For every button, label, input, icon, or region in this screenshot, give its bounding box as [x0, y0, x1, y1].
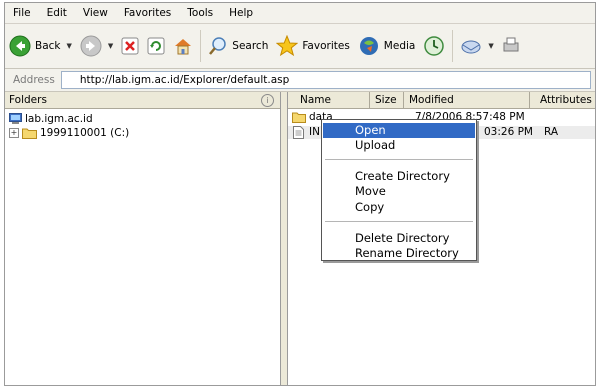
- chevron-down-icon[interactable]: ▼: [108, 42, 113, 50]
- address-input[interactable]: http://lab.igm.ac.id/Explorer/default.as…: [60, 71, 591, 89]
- home-icon: [175, 39, 192, 55]
- tree-root-label: lab.igm.ac.id: [25, 113, 93, 125]
- home-button[interactable]: [169, 29, 197, 63]
- menu-help[interactable]: Help: [221, 3, 261, 23]
- folders-header: Folders i: [5, 92, 280, 109]
- menu-file[interactable]: File: [5, 3, 39, 23]
- toolbar-separator: [452, 30, 454, 62]
- print-button[interactable]: [498, 29, 524, 63]
- refresh-icon: [147, 37, 165, 55]
- favorites-button[interactable]: Favorites: [272, 29, 353, 63]
- address-bar: Address http://lab.igm.ac.id/Explorer/de…: [5, 69, 595, 92]
- star-icon: [276, 35, 299, 57]
- tree-item-label: 1999110001 (C:): [40, 127, 130, 139]
- column-attributes[interactable]: Attributes: [530, 92, 595, 108]
- context-menu: Open Upload Create Directory Move Copy D…: [321, 119, 477, 261]
- back-arrow-icon: [9, 35, 31, 57]
- context-menu-create-directory[interactable]: Create Directory: [323, 169, 475, 184]
- media-label: Media: [383, 40, 416, 52]
- folder-icon: [292, 112, 306, 123]
- folder-icon: [22, 128, 37, 139]
- toolbar: Back ▼ ▼ Search Favorites Media ▼: [5, 24, 595, 69]
- menu-separator: [325, 159, 473, 160]
- file-icon: [293, 126, 304, 139]
- chevron-down-icon[interactable]: ▼: [67, 42, 72, 50]
- mail-button[interactable]: ▼: [456, 29, 497, 63]
- file-attributes: RA: [544, 126, 559, 138]
- folders-pane: Folders i lab.igm.ac.id + 1999110001 (C:…: [5, 92, 281, 385]
- computer-icon: [9, 113, 22, 124]
- menu-bar: File Edit View Favorites Tools Help: [5, 3, 595, 24]
- context-menu-delete-directory[interactable]: Delete Directory: [323, 231, 475, 246]
- forward-button[interactable]: ▼: [76, 29, 117, 63]
- forward-arrow-icon: [80, 35, 102, 57]
- expand-icon[interactable]: +: [9, 128, 19, 138]
- context-menu-copy[interactable]: Copy: [323, 200, 475, 215]
- back-label: Back: [35, 40, 61, 52]
- history-button[interactable]: [419, 29, 449, 63]
- stop-icon: [121, 37, 139, 55]
- browser-window: File Edit View Favorites Tools Help Back…: [4, 2, 596, 386]
- column-size[interactable]: Size: [370, 92, 404, 108]
- tree-root[interactable]: lab.igm.ac.id: [5, 112, 280, 126]
- refresh-button[interactable]: [143, 29, 169, 63]
- main-area: Folders i lab.igm.ac.id + 1999110001 (C:…: [5, 92, 595, 385]
- column-modified[interactable]: Modified: [404, 92, 530, 108]
- address-label: Address: [13, 74, 55, 86]
- menu-tools[interactable]: Tools: [179, 3, 221, 23]
- search-icon: [209, 37, 227, 55]
- media-button[interactable]: Media: [354, 29, 420, 63]
- folders-title: Folders: [9, 94, 47, 106]
- search-label: Search: [232, 40, 269, 52]
- printer-icon: [503, 37, 519, 52]
- menu-separator: [325, 221, 473, 222]
- menu-edit[interactable]: Edit: [39, 3, 75, 23]
- file-modified: 03:26 PM: [484, 126, 533, 138]
- mail-icon: [461, 40, 481, 54]
- context-menu-move[interactable]: Move: [323, 184, 475, 199]
- menu-view[interactable]: View: [75, 3, 116, 23]
- toolbar-separator: [200, 30, 202, 62]
- search-button[interactable]: Search: [204, 29, 272, 63]
- favorites-label: Favorites: [302, 40, 350, 52]
- media-icon: [359, 37, 378, 55]
- back-button[interactable]: Back ▼: [5, 29, 76, 63]
- context-menu-open[interactable]: Open: [323, 123, 475, 138]
- column-headers: Name Size Modified Attributes: [288, 92, 595, 109]
- context-menu-upload[interactable]: Upload: [323, 138, 475, 153]
- tree-item-drive[interactable]: + 1999110001 (C:): [5, 126, 280, 140]
- menu-favorites[interactable]: Favorites: [116, 3, 179, 23]
- stop-button[interactable]: [117, 29, 143, 63]
- context-menu-rename-directory[interactable]: Rename Directory: [323, 246, 475, 261]
- column-name[interactable]: Name: [288, 92, 370, 108]
- history-icon: [424, 36, 445, 56]
- chevron-down-icon[interactable]: ▼: [488, 42, 493, 50]
- close-icon[interactable]: i: [261, 94, 274, 107]
